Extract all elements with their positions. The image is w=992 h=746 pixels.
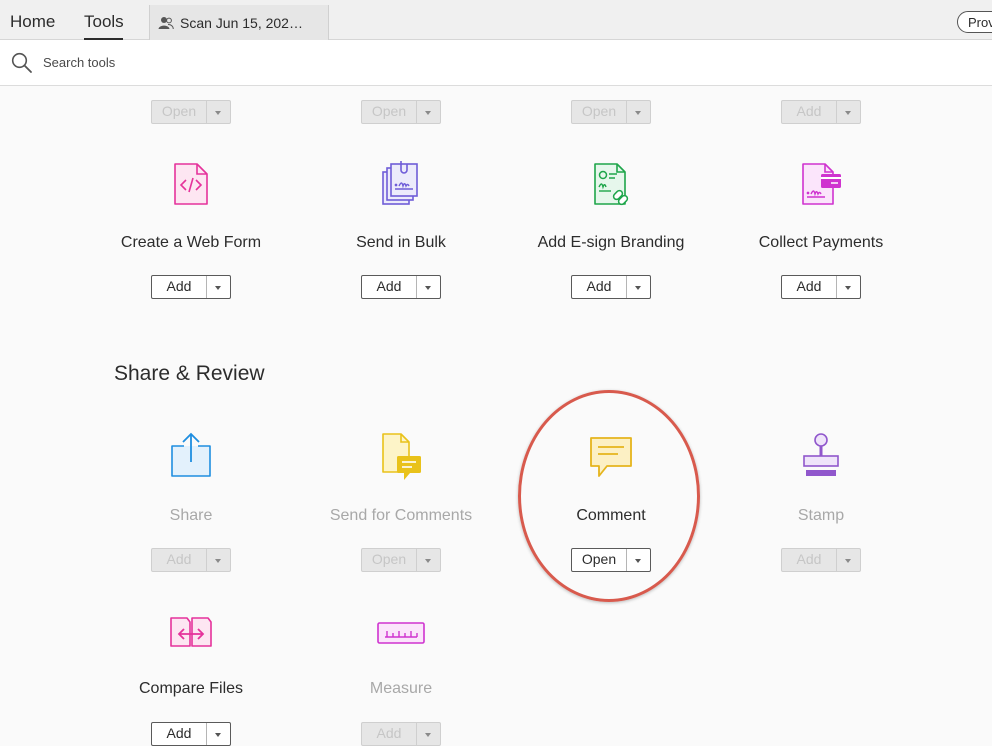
chevron-down-icon[interactable] xyxy=(627,101,650,123)
open-button[interactable]: Open xyxy=(572,549,627,571)
tool-split-button[interactable]: Add xyxy=(781,100,861,124)
top-tab-bar: Home Tools Scan Jun 15, 202… Prov xyxy=(0,0,992,40)
chevron-down-icon[interactable] xyxy=(627,276,650,298)
tool-name: Send for Comments xyxy=(329,507,473,524)
section-title-share-review: Share & Review xyxy=(114,362,265,385)
chevron-down-icon[interactable] xyxy=(627,549,650,571)
add-button[interactable]: Add xyxy=(362,723,417,745)
compare-files-icon xyxy=(167,610,215,658)
add-button[interactable]: Add xyxy=(782,101,837,123)
tool-name: Create a Web Form xyxy=(120,234,262,251)
chevron-down-icon[interactable] xyxy=(837,101,860,123)
document-tab[interactable]: Scan Jun 15, 202… xyxy=(149,5,329,40)
share-icon xyxy=(167,432,215,480)
chevron-down-icon[interactable] xyxy=(417,276,440,298)
tool-split-button[interactable]: Open xyxy=(361,100,441,124)
send-for-comments-icon xyxy=(377,432,425,480)
tool-split-button[interactable]: Add xyxy=(151,722,231,746)
add-button[interactable]: Add xyxy=(152,276,207,298)
tool-split-button[interactable]: Add xyxy=(781,548,861,572)
tool-name: Share xyxy=(169,507,213,524)
tool-name: Measure xyxy=(369,680,433,697)
chevron-down-icon[interactable] xyxy=(207,723,230,745)
chevron-down-icon[interactable] xyxy=(417,549,440,571)
header-right-button[interactable]: Prov xyxy=(957,11,992,33)
tool-name: Add E-sign Branding xyxy=(537,234,685,251)
add-button[interactable]: Add xyxy=(782,549,837,571)
tab-tools[interactable]: Tools xyxy=(84,12,124,32)
measure-icon xyxy=(377,610,425,658)
chevron-down-icon[interactable] xyxy=(837,549,860,571)
comment-icon xyxy=(587,432,635,480)
tool-name: Send in Bulk xyxy=(356,234,446,251)
chevron-down-icon[interactable] xyxy=(207,276,230,298)
tool-split-button[interactable]: Add xyxy=(571,275,651,299)
tool-split-button[interactable]: Add xyxy=(151,548,231,572)
tool-split-button[interactable]: Add xyxy=(781,275,861,299)
tool-name: Compare Files xyxy=(138,680,244,697)
tool-name: Collect Payments xyxy=(758,234,884,251)
search-bar xyxy=(0,40,992,86)
chevron-down-icon[interactable] xyxy=(417,101,440,123)
tool-split-button[interactable]: Add xyxy=(361,275,441,299)
tool-split-button[interactable]: Open xyxy=(151,100,231,124)
tool-split-button[interactable]: Open xyxy=(571,548,651,572)
esign-branding-icon xyxy=(587,160,635,208)
search-input[interactable] xyxy=(43,55,343,70)
chevron-down-icon[interactable] xyxy=(417,723,440,745)
add-button[interactable]: Add xyxy=(362,276,417,298)
tool-split-button[interactable]: Open xyxy=(571,100,651,124)
shared-user-icon xyxy=(158,16,174,35)
search-icon xyxy=(11,52,33,79)
tab-home[interactable]: Home xyxy=(10,12,55,32)
open-button[interactable]: Open xyxy=(362,549,417,571)
add-button[interactable]: Add xyxy=(572,276,627,298)
add-button[interactable]: Add xyxy=(782,276,837,298)
add-button[interactable]: Add xyxy=(152,549,207,571)
document-tab-label: Scan Jun 15, 202… xyxy=(180,15,303,31)
tool-split-button[interactable]: Open xyxy=(361,548,441,572)
collect-payments-icon xyxy=(797,160,845,208)
tool-split-button[interactable]: Add xyxy=(151,275,231,299)
add-button[interactable]: Add xyxy=(152,723,207,745)
open-button[interactable]: Open xyxy=(572,101,627,123)
chevron-down-icon[interactable] xyxy=(207,101,230,123)
send-bulk-icon xyxy=(377,160,425,208)
chevron-down-icon[interactable] xyxy=(207,549,230,571)
open-button[interactable]: Open xyxy=(362,101,417,123)
web-form-icon xyxy=(167,160,215,208)
tool-split-button[interactable]: Add xyxy=(361,722,441,746)
stamp-icon xyxy=(797,432,845,480)
open-button[interactable]: Open xyxy=(152,101,207,123)
tool-name: Comment xyxy=(576,507,646,524)
chevron-down-icon[interactable] xyxy=(837,276,860,298)
tool-name: Stamp xyxy=(797,507,845,524)
